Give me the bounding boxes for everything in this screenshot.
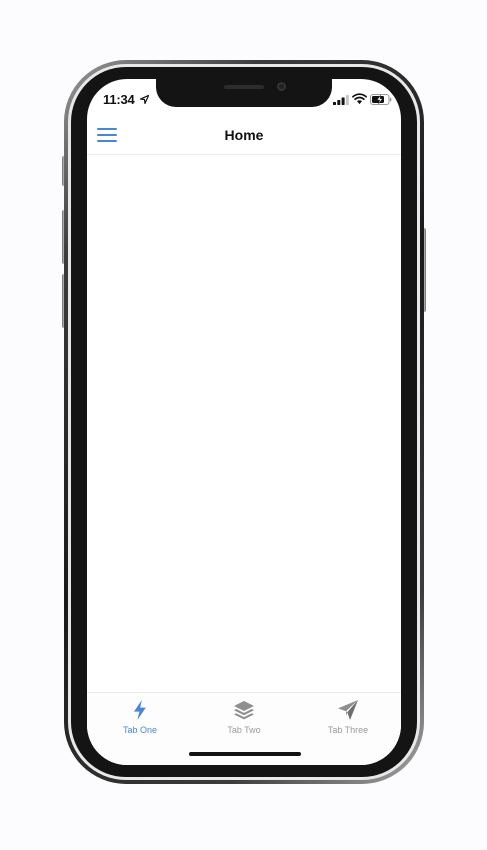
tab-three-label: Tab Three — [327, 725, 369, 735]
navigation-bar: Home — [87, 115, 401, 155]
front-camera — [277, 82, 286, 91]
tab-two-label: Tab Two — [227, 725, 261, 735]
paper-plane-icon — [338, 700, 358, 720]
wifi-icon — [352, 93, 367, 105]
tab-three[interactable]: Tab Three — [296, 699, 400, 739]
tab-one-label: Tab One — [122, 725, 158, 735]
device-mockup: 11:34 Home Tab One Tab Two Tab Three — [0, 0, 487, 850]
phone-screen: 11:34 Home Tab One Tab Two Tab Three — [87, 79, 401, 765]
location-arrow-icon — [140, 95, 149, 104]
tab-two[interactable]: Tab Two — [192, 699, 296, 739]
lightning-bolt-icon — [134, 700, 146, 720]
battery-charging-icon — [370, 94, 392, 105]
speaker-grille — [224, 85, 264, 89]
home-indicator[interactable] — [189, 752, 301, 756]
tab-one[interactable]: Tab One — [88, 699, 192, 739]
layers-icon — [234, 701, 254, 720]
status-time: 11:34 — [103, 92, 135, 107]
cellular-signal-icon — [333, 95, 349, 105]
notch — [156, 79, 332, 107]
page-title: Home — [224, 127, 264, 143]
content-area — [87, 155, 401, 692]
